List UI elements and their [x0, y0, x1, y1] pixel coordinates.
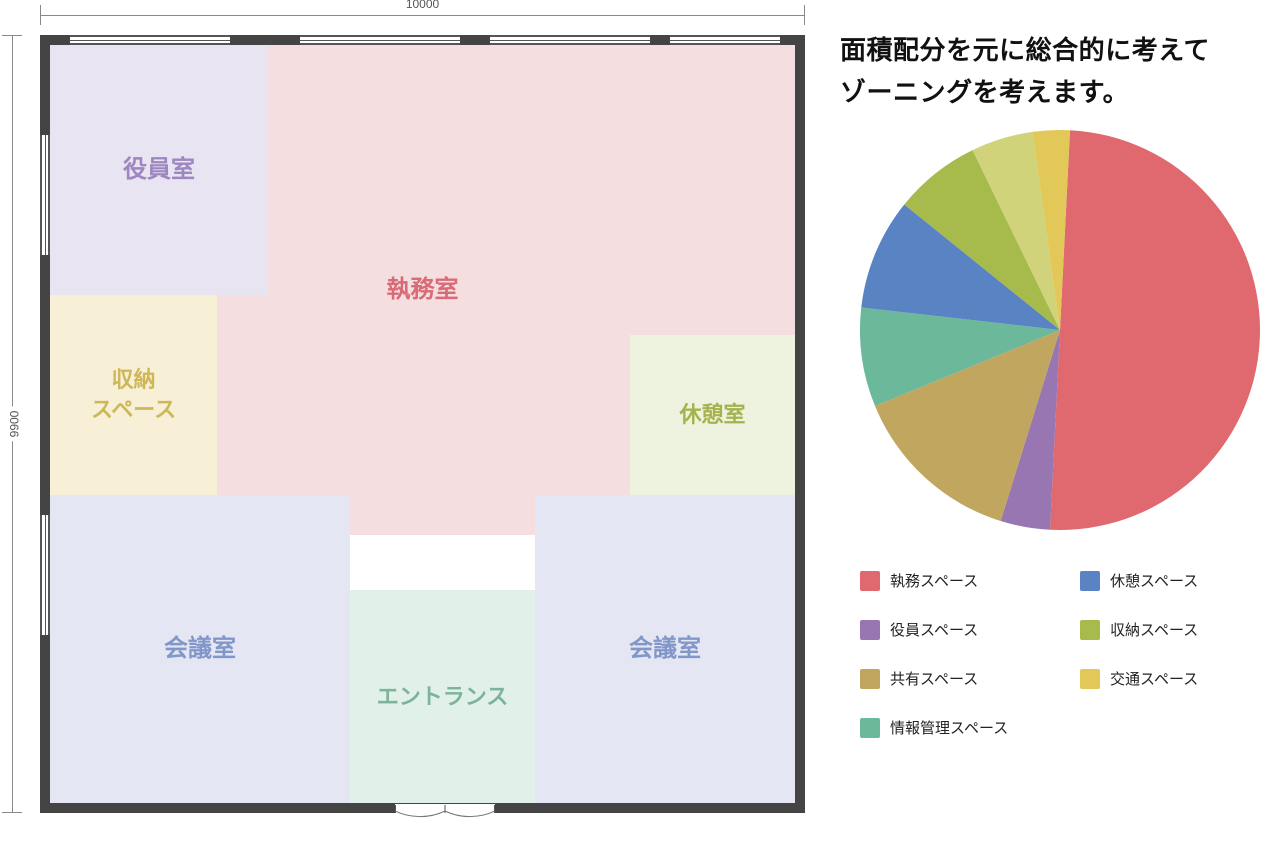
legend-swatch: [860, 718, 880, 738]
legend-label: 情報管理スペース: [890, 717, 1008, 738]
legend-label: 役員スペース: [890, 619, 978, 640]
legend-label: 共有スペース: [890, 668, 978, 689]
dimension-top: 10000: [40, 5, 805, 25]
floor-plan: 執務室 役員室 収納 スペース 休憩室 会議室 会議室 エントランス: [40, 35, 805, 813]
legend-swatch: [860, 669, 880, 689]
window-top-2: [300, 35, 460, 45]
dimension-height-label: 9900: [7, 407, 21, 442]
legend-item-exec: 執務スペース: [860, 570, 1040, 591]
window-left-1: [40, 135, 50, 255]
title-line-1: 面積配分を元に総合的に考えて: [840, 35, 1210, 65]
floor-plan-panel: 10000 9900 執務室 役員室 収納 スペース 休憩室 会議室 会議室 エ…: [0, 0, 820, 853]
window-left-2: [40, 515, 50, 635]
pie-slice: [1050, 130, 1260, 530]
legend-label: 執務スペース: [890, 570, 978, 591]
window-top-3: [490, 35, 650, 45]
dimension-left: 9900: [2, 35, 22, 813]
legend-label: 収納スペース: [1110, 619, 1198, 640]
legend-item-store: 収納スペース: [1080, 619, 1260, 640]
legend-swatch: [1080, 620, 1100, 640]
legend-swatch: [1080, 669, 1100, 689]
legend-swatch: [1080, 571, 1100, 591]
legend-swatch: [860, 620, 880, 640]
legend-item-info: 情報管理スペース: [860, 717, 1040, 738]
legend-swatch: [860, 571, 880, 591]
legend-item-share: 共有スペース: [860, 668, 1040, 689]
legend-item-yaku: 役員スペース: [860, 619, 1040, 640]
door-opening: [395, 804, 495, 818]
legend-label: 交通スペース: [1110, 668, 1198, 689]
dimension-width-label: 10000: [402, 0, 443, 11]
legend-item-traffic: 交通スペース: [1080, 668, 1260, 689]
wall-outline: [40, 35, 805, 813]
pie-chart: [860, 130, 1260, 530]
chart-panel: 面積配分を元に総合的に考えて ゾーニングを考えます。 執務スペース 休憩スペース…: [820, 0, 1280, 853]
legend-item-rest: 休憩スペース: [1080, 570, 1260, 591]
title-line-2: ゾーニングを考えます。: [840, 77, 1129, 107]
chart-legend: 執務スペース 休憩スペース 役員スペース 収納スペース 共有スペース: [860, 570, 1260, 766]
window-top-4: [670, 35, 780, 45]
legend-label: 休憩スペース: [1110, 570, 1198, 591]
panel-title: 面積配分を元に総合的に考えて ゾーニングを考えます。: [840, 30, 1280, 113]
window-top-1: [70, 35, 230, 45]
